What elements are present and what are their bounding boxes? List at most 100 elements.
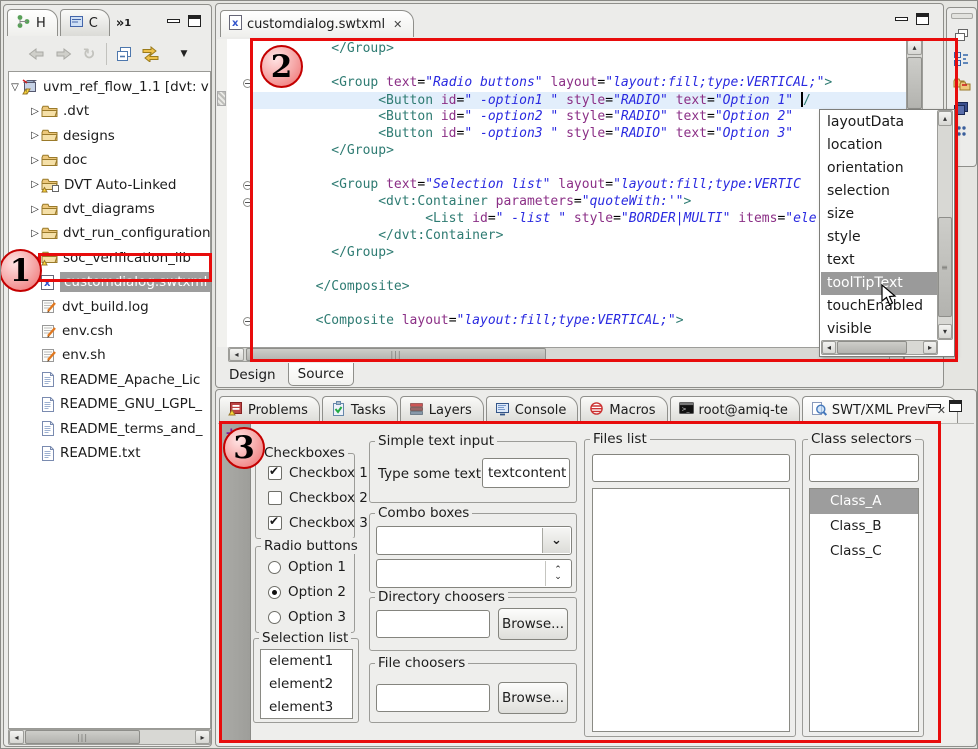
combo-box-dropdown[interactable]: ⌄: [376, 526, 572, 555]
maximize-icon[interactable]: [916, 13, 929, 25]
completion-item[interactable]: touchEnabled: [821, 295, 937, 318]
content-assist-popup[interactable]: layoutDatalocationorientationselectionsi…: [819, 109, 955, 357]
files-list-box[interactable]: [592, 488, 790, 732]
tree-item[interactable]: dvt_build.log: [29, 295, 211, 319]
list-item[interactable]: Class_A: [810, 489, 918, 514]
completion-item[interactable]: location: [821, 134, 937, 157]
expand-arrow-icon[interactable]: ▷: [29, 106, 41, 117]
collapse-all-icon[interactable]: [111, 41, 137, 67]
drag-handle[interactable]: [951, 13, 973, 19]
expand-arrow-icon[interactable]: ▷: [29, 130, 41, 141]
completion-item[interactable]: selection: [821, 180, 937, 203]
radio-selected-icon[interactable]: [268, 586, 281, 599]
tree-item[interactable]: env.sh: [29, 343, 211, 367]
browse-directory-button[interactable]: Browse...: [498, 608, 568, 640]
completion-item[interactable]: size: [821, 203, 937, 226]
code-editor[interactable]: </Group> <Group text="Radio buttons" lay…: [227, 39, 906, 347]
bottom-tab-tasks[interactable]: Tasks: [322, 396, 398, 423]
checkbox-unchecked-icon[interactable]: [268, 491, 282, 505]
go-into-icon[interactable]: ↻: [76, 41, 102, 67]
tree-item[interactable]: env.csh: [29, 319, 211, 343]
fold-collapse-icon[interactable]: [243, 317, 252, 326]
scroll-thumb[interactable]: [907, 57, 922, 109]
minimize-icon[interactable]: [895, 17, 908, 21]
checkbox-row[interactable]: Checkbox 3: [268, 515, 368, 531]
minimize-icon[interactable]: [167, 19, 180, 23]
completion-item[interactable]: visible: [821, 318, 937, 341]
tree-item[interactable]: ▷dvt_run_configuration: [29, 221, 211, 245]
scroll-right-icon[interactable]: ▸: [195, 730, 210, 744]
tree-item-root[interactable]: ▽!uvm_ref_flow_1.1 [dvt: v: [9, 75, 210, 99]
outline-view-icon[interactable]: [947, 51, 976, 67]
checkbox-checked-icon[interactable]: [268, 466, 282, 480]
bottom-tab-layers[interactable]: Layers: [400, 396, 484, 423]
tree-item[interactable]: xcustomdialog.swtxml: [29, 270, 211, 294]
maximize-icon[interactable]: [949, 400, 962, 412]
radio-row[interactable]: Option 1: [268, 559, 346, 575]
tree-item[interactable]: ▷designs: [29, 124, 211, 148]
tree-item[interactable]: ▷doc: [29, 148, 211, 172]
radio-unselected-icon[interactable]: [268, 561, 281, 574]
tree-item[interactable]: README_GNU_LGPL_: [29, 392, 211, 416]
scroll-down-icon[interactable]: ▾: [938, 324, 952, 339]
tree-item[interactable]: ▷DVT Auto-Linked: [29, 173, 211, 197]
directory-path-field[interactable]: [376, 610, 490, 638]
checkbox-checked-icon[interactable]: [268, 516, 282, 530]
tab-hierarchy[interactable]: H: [7, 9, 58, 36]
chevron-down-icon[interactable]: ⌄: [542, 528, 570, 553]
scroll-thumb[interactable]: |||: [246, 348, 546, 361]
class-list-box[interactable]: Class_AClass_BClass_C: [809, 488, 919, 732]
expand-arrow-icon[interactable]: ▷: [29, 179, 41, 190]
text-input-field[interactable]: textcontent: [482, 458, 570, 488]
view-menu-icon[interactable]: ▼: [171, 41, 197, 67]
more-tabs-chevron[interactable]: »1: [112, 10, 135, 36]
completion-item[interactable]: text: [821, 249, 937, 272]
browse-file-button[interactable]: Browse...: [498, 682, 568, 714]
editor-tab-customdialog[interactable]: x customdialog.swtxml ✕: [220, 10, 414, 37]
linked-folders-icon[interactable]: [947, 76, 976, 92]
completion-item[interactable]: orientation: [821, 157, 937, 180]
radio-row[interactable]: Option 3: [268, 609, 346, 625]
selection-list[interactable]: element1element2element3: [260, 649, 353, 719]
expand-arrow-icon[interactable]: ▽: [9, 82, 21, 93]
scroll-left-icon[interactable]: ◂: [9, 730, 24, 744]
scroll-thumb[interactable]: ≡: [938, 217, 952, 317]
completion-item[interactable]: style: [821, 226, 937, 249]
scroll-left-icon[interactable]: ◂: [229, 348, 244, 361]
files-filter-field[interactable]: [592, 454, 790, 482]
scroll-thumb[interactable]: |||: [25, 730, 140, 744]
editor-hscrollbar[interactable]: ◂ ||| ▸: [228, 347, 905, 362]
scroll-up-icon[interactable]: ▴: [907, 40, 922, 55]
fold-collapse-icon[interactable]: [243, 79, 252, 88]
completion-item[interactable]: toolTipText: [821, 272, 937, 295]
fold-collapse-icon[interactable]: [243, 181, 252, 190]
chevron-up-down-icon[interactable]: ⌃⌄: [545, 561, 570, 586]
scroll-up-icon[interactable]: ▴: [938, 111, 952, 126]
tree-item[interactable]: ▷soc_verification_lib: [29, 246, 211, 270]
popup-hscrollbar[interactable]: ◂ ▸: [821, 340, 938, 355]
tab-source[interactable]: Source: [288, 363, 354, 386]
tree-item[interactable]: README_Apache_Lic: [29, 368, 211, 392]
scroll-right-icon[interactable]: ▸: [923, 341, 937, 354]
list-item[interactable]: element1: [261, 650, 352, 673]
checkbox-row[interactable]: Checkbox 1: [268, 465, 368, 481]
bottom-tab-problems[interactable]: Problems: [219, 396, 320, 423]
restore-views-icon[interactable]: [947, 28, 976, 42]
combo-box-spinner[interactable]: ⌃⌄: [376, 559, 572, 588]
forward-icon[interactable]: [50, 41, 76, 67]
list-item[interactable]: Class_C: [810, 539, 918, 564]
expand-arrow-icon[interactable]: ▷: [29, 204, 41, 215]
completion-item[interactable]: layoutData: [821, 111, 937, 134]
tree-item[interactable]: ▷.dvt: [29, 99, 211, 123]
minimize-icon[interactable]: [928, 404, 941, 408]
explorer-hscrollbar[interactable]: ◂ ||| ▸: [8, 729, 211, 745]
popup-vscrollbar[interactable]: ▴ ≡ ▾: [937, 110, 953, 340]
bottom-tab-macros[interactable]: Macros: [580, 396, 667, 423]
list-item[interactable]: element2: [261, 673, 352, 696]
expand-arrow-icon[interactable]: ▷: [29, 155, 41, 166]
radio-unselected-icon[interactable]: [268, 611, 281, 624]
checkbox-row[interactable]: Checkbox 2: [268, 490, 368, 506]
class-filter-field[interactable]: [809, 454, 919, 482]
tree-item[interactable]: ▷dvt_diagrams: [29, 197, 211, 221]
bottom-tab-root-amiq-te[interactable]: >_root@amiq-te: [670, 396, 800, 423]
